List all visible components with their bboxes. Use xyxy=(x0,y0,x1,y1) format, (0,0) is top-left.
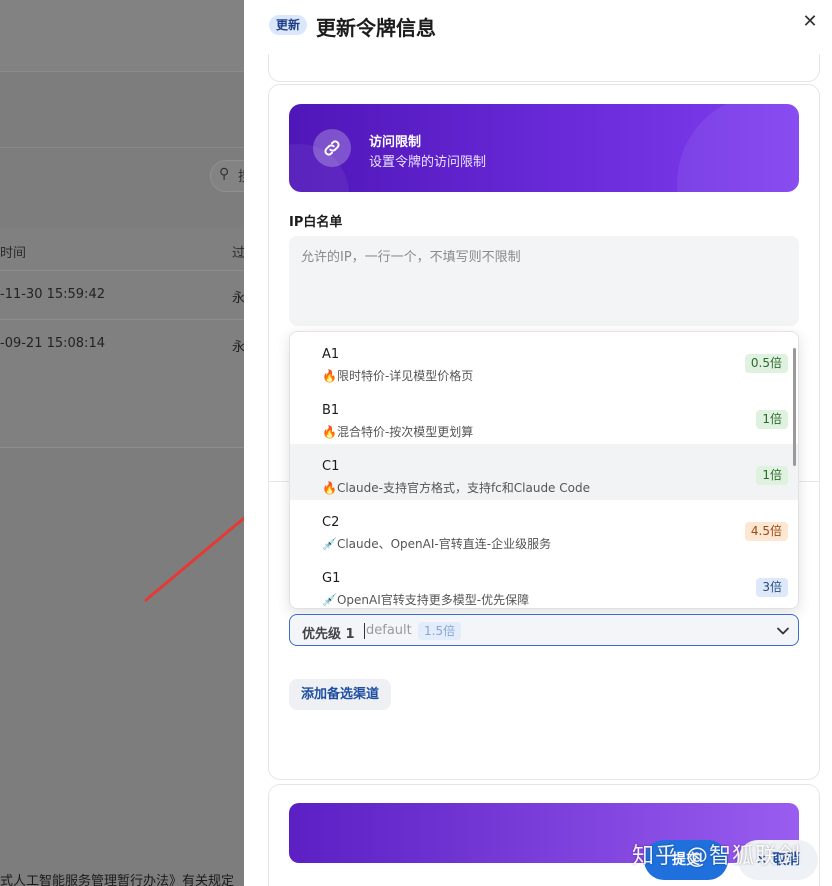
background-th-time: 时间 xyxy=(0,246,27,261)
dropdown-scrollbar[interactable] xyxy=(793,348,796,466)
add-backup-channel-button[interactable]: 添加备选渠道 xyxy=(289,679,392,710)
option-name: C1 xyxy=(322,459,340,474)
dropdown-option-a1[interactable]: A1 🔥限时特价-详见模型价格页 0.5倍 xyxy=(290,332,798,388)
background-header xyxy=(0,0,244,72)
table-row: -09-21 15:08:14 永 xyxy=(0,319,244,368)
dropdown-option-c1[interactable]: C1 🔥Claude-支持官方格式，支持fc和Claude Code 1倍 xyxy=(290,444,798,500)
option-desc: 🔥限时特价-详见模型价格页 xyxy=(322,369,474,383)
table-row: -11-30 15:59:42 永 xyxy=(0,270,244,319)
drawer-header: 更新 更新令牌信息 ✕ xyxy=(244,0,832,54)
option-name: B1 xyxy=(322,403,340,418)
text-caret xyxy=(364,623,365,639)
option-name: G1 xyxy=(322,571,341,586)
select-priority-prefix: 优先级 1 xyxy=(302,627,355,642)
background-footer-text: 式人工智能服务管理暂行办法》有关规定 xyxy=(0,874,235,886)
dropdown-option-g1[interactable]: G1 💉OpenAI官转支持更多模型-优先保障 3倍 xyxy=(290,556,798,608)
select-value: default xyxy=(366,623,412,638)
update-token-drawer: 更新 更新令牌信息 ✕ 访问限制 设置令牌的访问限制 IP白名单 A1 🔥限时特… xyxy=(244,0,832,886)
row-expire: 永 xyxy=(232,340,244,355)
ratio-badge: 1倍 xyxy=(756,466,788,485)
option-name: A1 xyxy=(322,347,340,362)
group-select[interactable]: 优先级 1 default 1.5倍 xyxy=(289,614,799,646)
background-page: ⚲ 搜 时间 过 -11-30 15:59:42 永 -09-21 15:08:… xyxy=(0,0,244,886)
dropdown-option-b1[interactable]: B1 🔥混合特价-按次模型更划算 1倍 xyxy=(290,388,798,444)
search-icon: ⚲ xyxy=(219,166,230,182)
banner-subtitle: 设置令牌的访问限制 xyxy=(369,155,487,170)
next-card xyxy=(268,784,820,886)
option-desc: 💉OpenAI官转支持更多模型-优先保障 xyxy=(322,593,530,607)
ip-whitelist-input[interactable] xyxy=(289,236,799,326)
close-icon[interactable]: ✕ xyxy=(798,10,822,34)
group-dropdown-list: A1 🔥限时特价-详见模型价格页 0.5倍 B1 🔥混合特价-按次模型更划算 1… xyxy=(289,331,799,609)
row-time: -09-21 15:08:14 xyxy=(0,336,105,351)
watermark: 知乎 @智狐联剑 xyxy=(632,844,801,869)
option-desc: 💉Claude、OpenAI-官转直连-企业级服务 xyxy=(322,537,552,551)
ratio-badge: 0.5倍 xyxy=(744,354,788,373)
ratio-badge: 3倍 xyxy=(756,578,788,597)
option-desc: 🔥混合特价-按次模型更划算 xyxy=(322,425,474,439)
banner-decoration xyxy=(677,104,799,192)
select-ratio-badge: 1.5倍 xyxy=(418,622,462,640)
chevron-down-icon[interactable] xyxy=(776,624,790,638)
link-icon xyxy=(313,129,351,167)
option-name: C2 xyxy=(322,515,340,530)
row-expire: 永 xyxy=(232,291,244,306)
option-desc: 🔥Claude-支持官方格式，支持fc和Claude Code xyxy=(322,481,590,495)
previous-card xyxy=(268,54,820,82)
access-limit-banner: 访问限制 设置令牌的访问限制 xyxy=(289,104,799,192)
drawer-title: 更新令牌信息 xyxy=(316,16,436,40)
dropdown-option-c2[interactable]: C2 💉Claude、OpenAI-官转直连-企业级服务 4.5倍 xyxy=(290,500,798,556)
ip-whitelist-label: IP白名单 xyxy=(289,215,343,230)
ratio-badge: 1倍 xyxy=(756,410,788,429)
background-th-expire: 过 xyxy=(232,246,244,261)
banner-title: 访问限制 xyxy=(369,135,422,150)
row-time: -11-30 15:59:42 xyxy=(0,287,105,302)
ratio-badge: 4.5倍 xyxy=(744,522,788,541)
update-tag: 更新 xyxy=(269,15,308,35)
background-toolbar xyxy=(0,72,244,148)
